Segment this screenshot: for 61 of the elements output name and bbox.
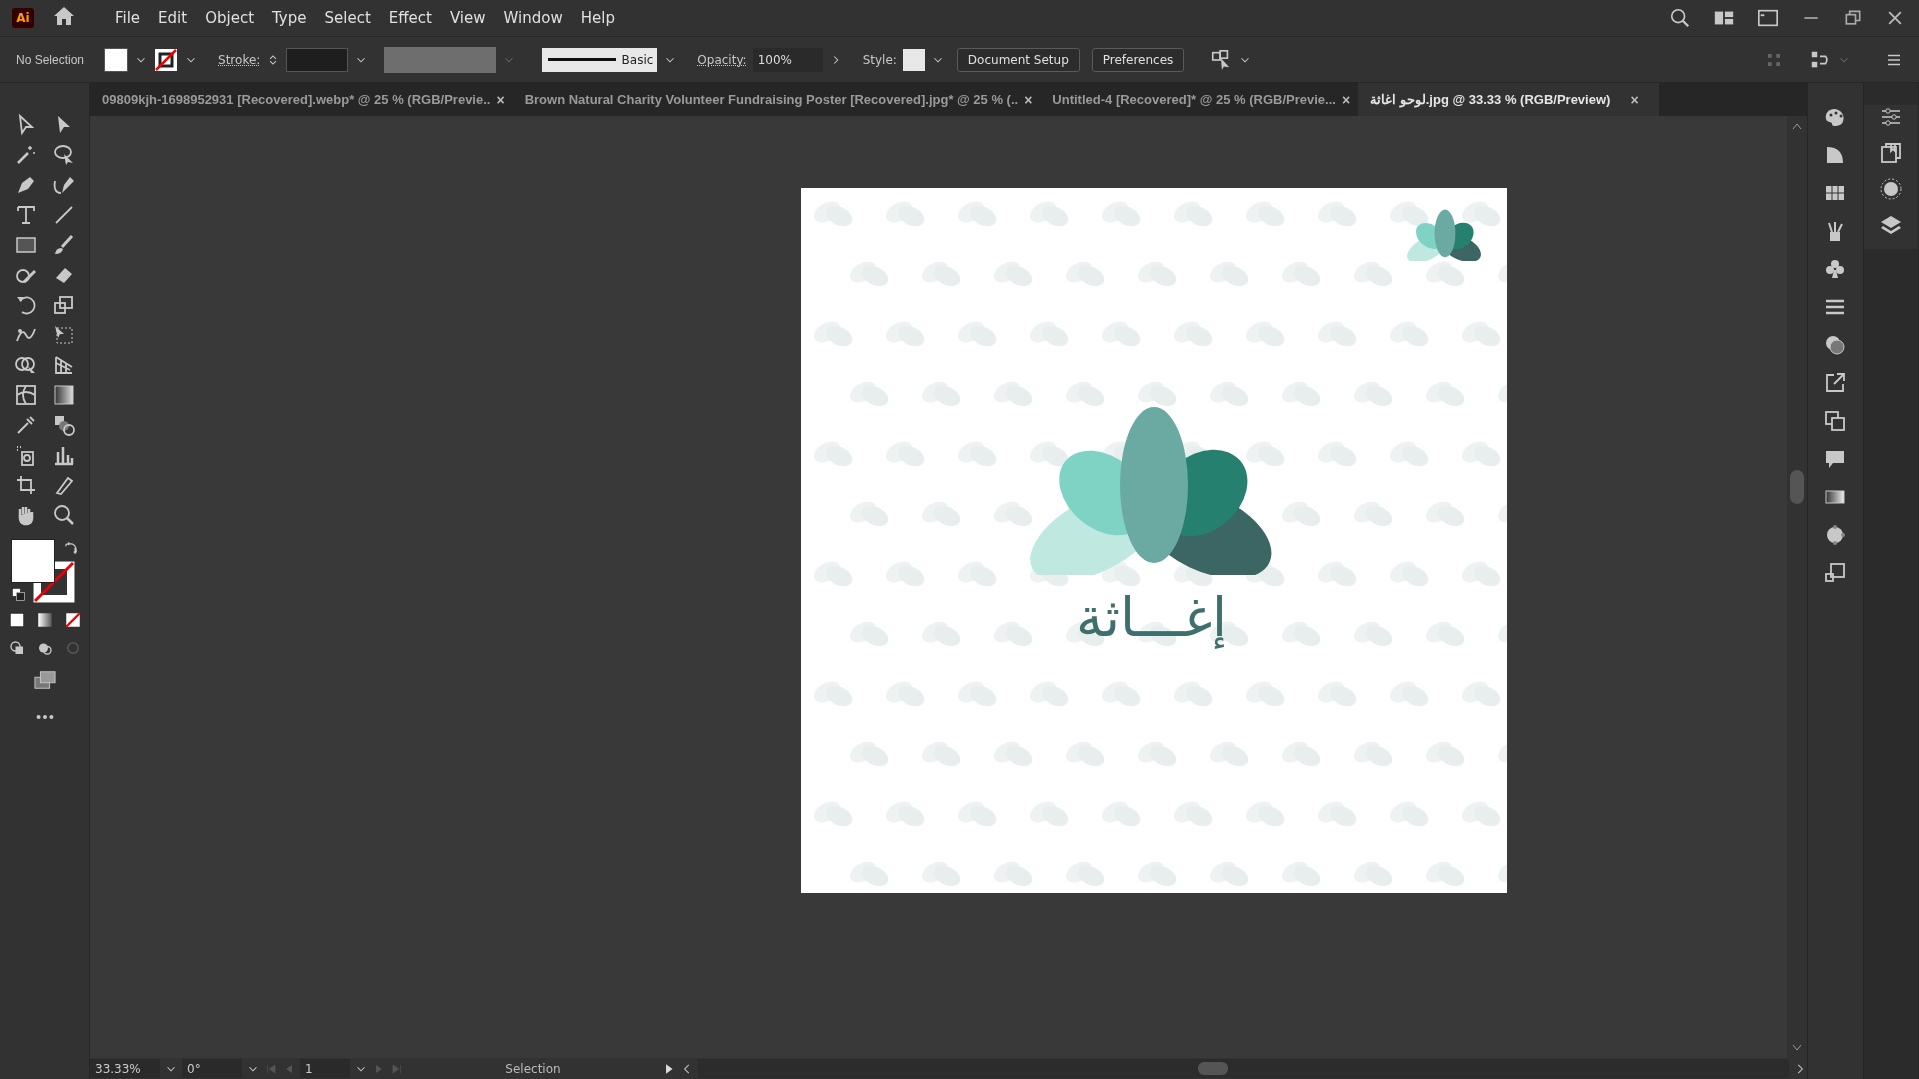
document-tab[interactable]: لوحو اغاثة.jpg @ 33.33 % (RGB/Preview) × [1358,83,1659,116]
tab-close-button[interactable]: × [1024,91,1033,108]
selection-status: No Selection [15,52,86,67]
tab-close-button[interactable]: × [496,91,505,108]
menu-item[interactable]: Effect [379,9,441,27]
brush-definition-field[interactable]: Basic [542,47,658,72]
menu-item[interactable]: Edit [149,9,197,27]
scroll-thumb[interactable] [1790,470,1804,504]
swap-icon[interactable] [62,541,79,557]
rotation-field[interactable]: 0° [182,1059,242,1078]
scroll-down-icon[interactable] [1792,1044,1802,1052]
logo-wordmark: إغـــاثة [1074,586,1228,649]
window-icon[interactable] [1757,7,1779,29]
lasso-icon[interactable] [51,143,76,167]
app-logo[interactable]: Ai [12,8,34,28]
artboard-number-field[interactable]: 1 [300,1059,350,1078]
color-mode-icon[interactable] [7,611,26,629]
fill-swatch[interactable] [104,47,129,72]
menu-item[interactable]: Window [494,9,572,27]
export-icon[interactable] [1823,371,1848,395]
tab-close-button[interactable]: × [1341,91,1351,108]
menu-item[interactable]: View [440,9,495,27]
current-tool-label: Selection [504,1061,562,1076]
fill-swatch[interactable] [10,539,55,583]
toolbar-button[interactable]: Document Setup [956,47,1080,72]
none-mode-icon[interactable] [63,611,82,629]
restore-icon[interactable] [1843,8,1863,28]
graphic-style-swatch[interactable] [902,48,925,71]
stroke-none-swatch-icon[interactable] [154,47,179,72]
horizontal-scrollbar[interactable] [698,1059,1789,1078]
gradient-mode-icon[interactable] [35,611,54,629]
scroll-up-icon[interactable] [1792,122,1802,130]
menu-item[interactable]: Object [196,9,264,27]
transform-panel-icon[interactable] [1823,561,1848,585]
menu-item[interactable]: Type [263,9,316,27]
gradient-icon[interactable] [51,383,76,407]
menu-item[interactable]: Help [571,9,624,27]
transparency-icon[interactable] [1823,333,1848,357]
draw-normal-icon[interactable] [7,639,26,657]
scroll-thumb[interactable] [1198,1062,1228,1075]
toolbar-button[interactable]: Preferences [1091,47,1185,72]
tab-close-button[interactable]: × [1630,91,1639,108]
libraries-icon[interactable] [1878,141,1903,165]
screen-mode-icon[interactable] [31,669,58,691]
home-icon[interactable] [52,4,76,28]
stroke-label[interactable]: Stroke: [218,52,261,67]
menu-item[interactable]: File [106,9,150,27]
artboards-icon[interactable] [1823,409,1848,433]
default-colors-icon[interactable] [10,587,27,603]
stroke-weight-field[interactable] [286,47,349,72]
mesh-icon[interactable] [13,383,38,407]
variable-width-field[interactable] [384,46,497,73]
zoom-field[interactable]: 33.33% [90,1059,160,1078]
circle-dashed-icon[interactable] [1878,177,1903,201]
opacity-label[interactable]: Opacity: [697,52,747,67]
style-label: Style: [862,52,897,67]
menu-item[interactable]: Select [315,9,380,27]
scale-icon[interactable] [51,293,76,317]
zoom-icon[interactable] [51,503,76,527]
opacity-field[interactable]: 100% [752,47,823,72]
search-icon[interactable] [1669,7,1691,29]
